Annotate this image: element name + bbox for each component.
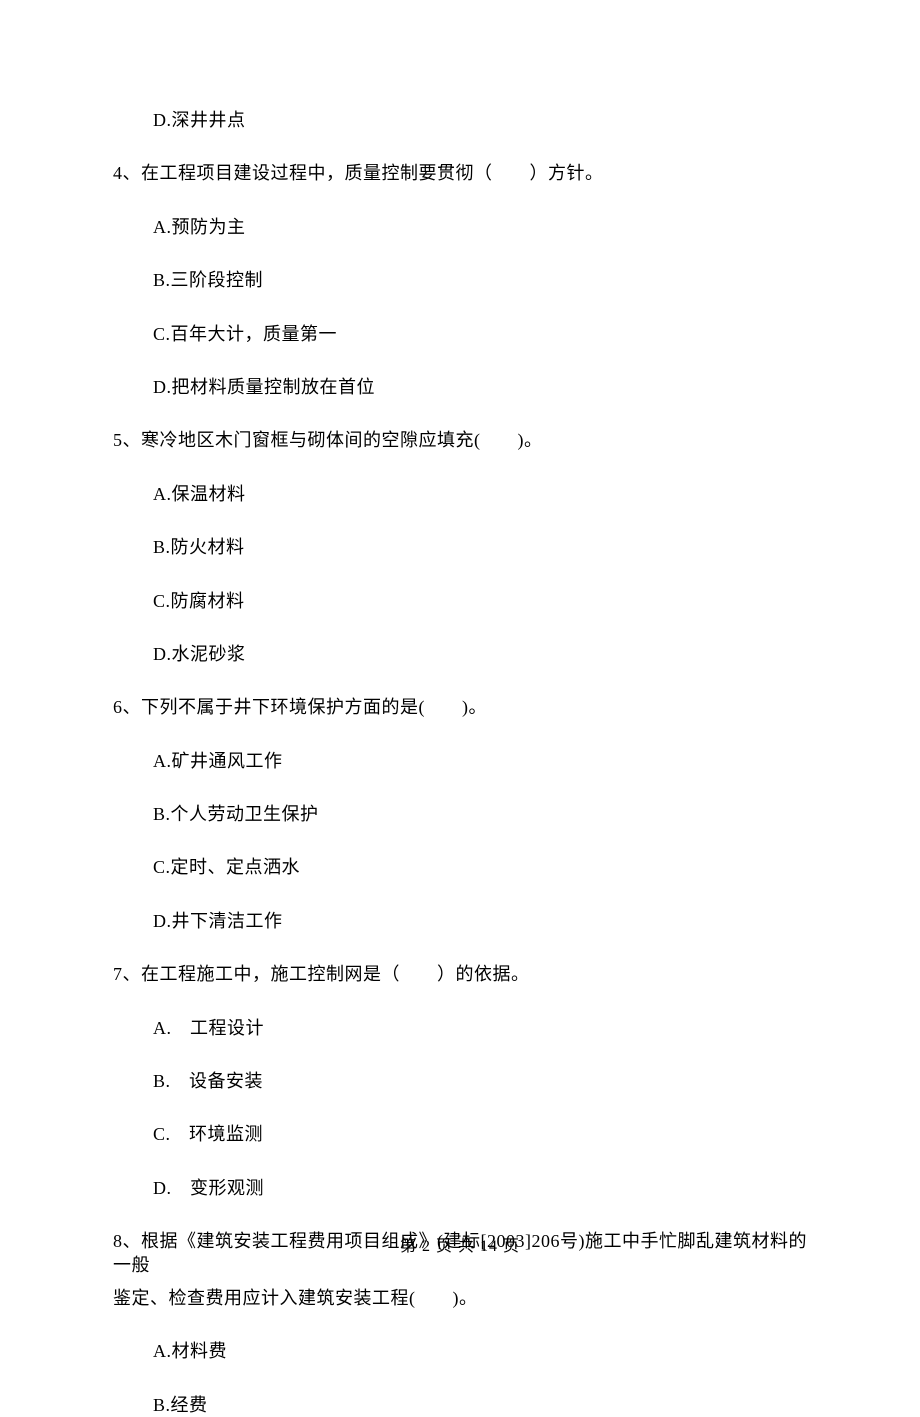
document-page: D.深井井点 4、在工程项目建设过程中，质量控制要贯彻（ ）方针。 A.预防为主…: [0, 0, 920, 1302]
q7-option-d: D. 变形观测: [113, 1177, 807, 1200]
q8-option-a: A.材料费: [113, 1340, 807, 1363]
q7-option-a: A. 工程设计: [113, 1017, 807, 1040]
q4-stem: 4、在工程项目建设过程中，质量控制要贯彻（ ）方针。: [113, 162, 807, 185]
q5-option-a: A.保温材料: [113, 483, 807, 506]
q3-option-d: D.深井井点: [113, 109, 807, 132]
q7-stem: 7、在工程施工中，施工控制网是（ ）的依据。: [113, 963, 807, 986]
q6-option-a: A.矿井通风工作: [113, 750, 807, 773]
q5-option-d: D.水泥砂浆: [113, 643, 807, 666]
q5-option-b: B.防火材料: [113, 536, 807, 559]
q5-option-c: C.防腐材料: [113, 590, 807, 613]
q4-option-b: B.三阶段控制: [113, 269, 807, 292]
q4-option-c: C.百年大计，质量第一: [113, 323, 807, 346]
q8-option-b: B.经费: [113, 1394, 807, 1417]
q6-option-c: C.定时、定点洒水: [113, 856, 807, 879]
q7-option-b: B. 设备安装: [113, 1070, 807, 1093]
q6-option-d: D.井下清洁工作: [113, 910, 807, 933]
q8-stem-line2: 鉴定、检查费用应计入建筑安装工程( )。: [113, 1287, 807, 1310]
page-footer: 第 2 页 共 14 页: [0, 1232, 920, 1256]
q6-stem: 6、下列不属于井下环境保护方面的是( )。: [113, 696, 807, 719]
q4-option-d: D.把材料质量控制放在首位: [113, 376, 807, 399]
q6-option-b: B.个人劳动卫生保护: [113, 803, 807, 826]
q5-stem: 5、寒冷地区木门窗框与砌体间的空隙应填充( )。: [113, 429, 807, 452]
q4-option-a: A.预防为主: [113, 216, 807, 239]
q7-option-c: C. 环境监测: [113, 1123, 807, 1146]
